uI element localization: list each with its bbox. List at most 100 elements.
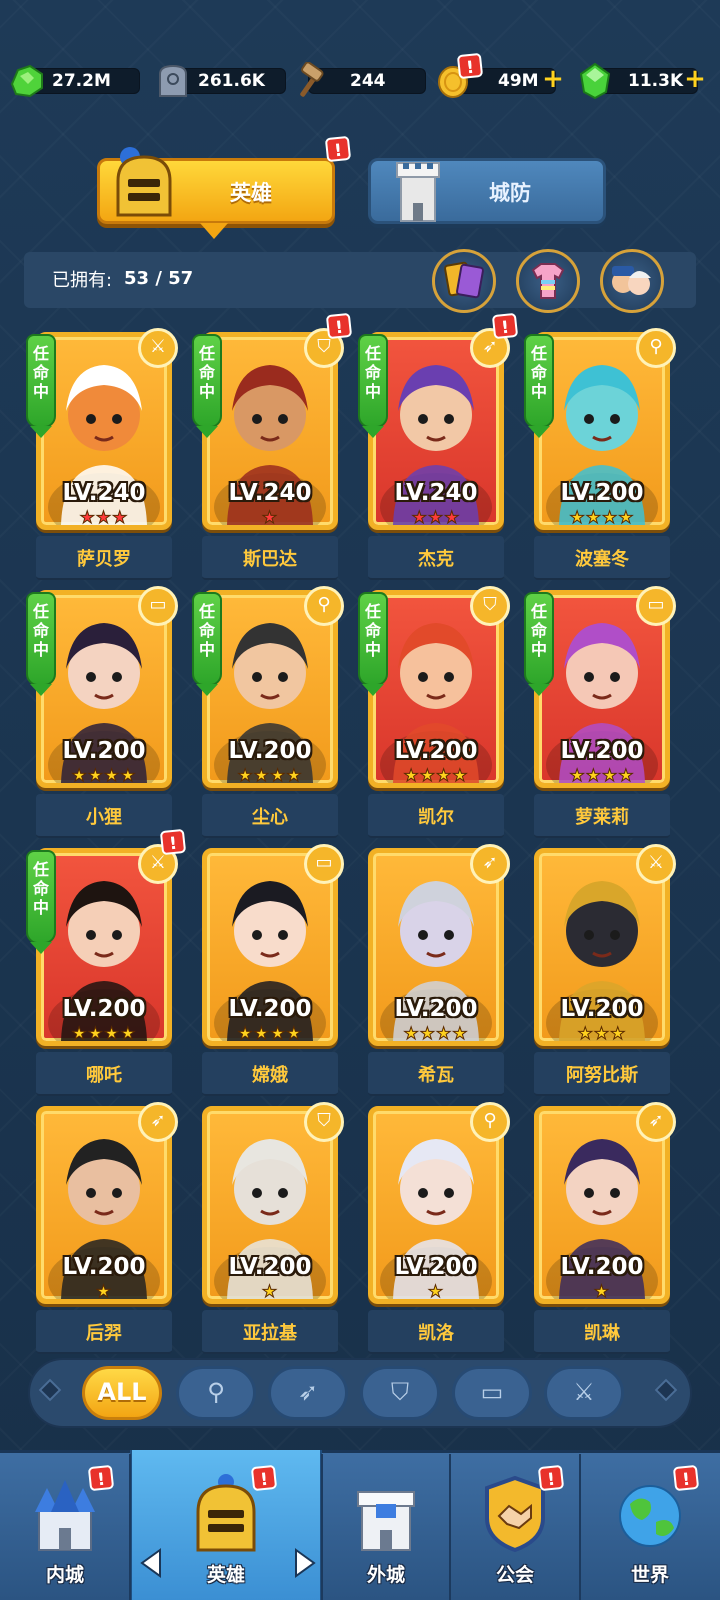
hero-level: LV.240 (62, 480, 146, 506)
shield-role-icon: ⛉ (470, 586, 510, 626)
hero-prev-arrow[interactable] (138, 1548, 164, 1578)
nav-label: 公会 (495, 1564, 534, 1586)
star-icon: ★ (601, 766, 619, 787)
bow-role-icon: ➶ (470, 844, 510, 884)
star-icon: ★ (585, 766, 602, 787)
star-icon: ★ (585, 508, 602, 529)
staff-role-icon: ⚲ (636, 328, 676, 368)
tab-hero[interactable]: 英雄 ! (97, 135, 352, 239)
star-icon: ★ (435, 766, 453, 787)
star-icon: ★ (95, 1282, 113, 1303)
hero-card[interactable]: LV.240 ★ ⛉ 斯巴达任命中! (192, 312, 353, 584)
hero-card[interactable]: LV.200 ★★★★ ⚔ 哪吒任命中! (26, 828, 187, 1100)
resource-value: 11.3K (628, 71, 684, 91)
hero-level: LV.200 (62, 738, 146, 764)
hero-stars: ★★★ (36, 508, 172, 529)
appointed-tag: 任命中 (192, 334, 222, 438)
book-role-icon: ▭ (636, 586, 676, 626)
nav-item-3[interactable]: 公会! (450, 1450, 580, 1600)
filter-shield-button[interactable]: ⛉ (360, 1366, 440, 1420)
star-icon: ★ (577, 1024, 594, 1045)
filter-sword-button[interactable]: ⚔ (544, 1366, 624, 1420)
hero-team-icon (612, 266, 651, 295)
hero-card[interactable]: LV.200 ★★★★ ⛉ 凯尔任命中 (358, 586, 510, 842)
hero-card[interactable]: LV.200 ★★★★ ⚲ 波塞冬任命中 (524, 328, 676, 584)
star-icon: ★ (427, 1282, 445, 1303)
star-icon: ★ (87, 1024, 104, 1045)
hero-card[interactable]: LV.200 ★★★★ ▭ 嫦娥 (192, 844, 344, 1100)
hero-card[interactable]: LV.200 ★ ➶ 凯琳 (524, 1102, 676, 1358)
star-icon: ★ (593, 1024, 611, 1045)
tab-pointer (200, 223, 228, 239)
nav-label: 内城 (45, 1564, 84, 1586)
star-icon: ★ (87, 766, 104, 787)
tab-defense[interactable]: 城防 (368, 158, 606, 224)
skin-button[interactable] (516, 249, 580, 313)
filter-bow-button[interactable]: ➶ (268, 1366, 348, 1420)
appointed-tag: 任命中 (26, 850, 56, 954)
star-icon: ★ (411, 508, 428, 529)
hero-team-button[interactable] (600, 249, 664, 313)
cards-icon (444, 261, 484, 299)
resource-value: 244 (350, 71, 386, 91)
resource-hammer: 244 (290, 62, 426, 100)
appointed-tag: 任命中 (192, 592, 222, 696)
hero-helmet-icon (116, 147, 172, 217)
star-icon: ★ (253, 1024, 270, 1045)
hero-card[interactable]: LV.240 ★★★ ⚔ 萨贝罗任命中 (26, 328, 178, 584)
sword-role-icon: ⚔ (636, 844, 676, 884)
hero-stars: ★★★★ (36, 1024, 172, 1045)
hero-level: LV.200 (394, 1254, 478, 1280)
owned-count: 53 / 57 (124, 268, 194, 289)
resource-gold: 49M + ! (434, 52, 574, 100)
add-gold-button[interactable]: + (540, 66, 566, 93)
add-gem-button[interactable]: + (682, 66, 708, 93)
nav-item-2[interactable]: 外城 (322, 1450, 450, 1600)
hero-stars: ★★★★ (202, 1024, 338, 1045)
resource-bar: 27.2M 261.6K 244 49M + ! 11.3K + (8, 52, 714, 100)
star-icon: ★ (593, 1282, 611, 1303)
hero-level: LV.200 (62, 996, 146, 1022)
hero-level: LV.200 (394, 996, 478, 1022)
hero-stars: ★★★★ (368, 766, 504, 787)
nav-item-0[interactable]: 内城! (0, 1450, 130, 1600)
hero-card[interactable]: LV.200 ★★★ ⚔ 阿努比斯 (524, 844, 676, 1100)
staff-role-icon: ⚲ (470, 1102, 510, 1142)
hero-card[interactable]: LV.200 ★★★★ ➶ 希瓦 (358, 844, 510, 1100)
hero-stars: ★★★★ (534, 766, 670, 787)
shield-role-icon: ⛉ (304, 1102, 344, 1142)
star-icon: ★ (569, 766, 586, 787)
hero-name: 凯洛 (418, 1323, 454, 1344)
hero-next-arrow[interactable] (292, 1548, 318, 1578)
star-icon: ★ (103, 766, 121, 787)
alert-badge: ! (324, 135, 352, 163)
hero-level: LV.200 (228, 996, 312, 1022)
hero-cards-button[interactable] (432, 249, 496, 313)
star-icon: ★ (610, 1024, 627, 1045)
hero-card[interactable]: LV.240 ★★★ ➶ 杰克任命中! (358, 312, 519, 584)
hero-card[interactable]: LV.200 ★ ➶ 后羿 (26, 1102, 178, 1358)
tab-defense-label: 城防 (489, 181, 531, 205)
outer-castle-icon (357, 1491, 415, 1551)
hero-card[interactable]: LV.200 ★★★★ ▭ 萝莱莉任命中 (524, 586, 676, 842)
filter-staff-button[interactable]: ⚲ (176, 1366, 256, 1420)
hero-card[interactable]: LV.200 ★ ⚲ 凯洛 (358, 1102, 510, 1358)
hero-stars: ★★★ (368, 508, 504, 529)
hero-stars: ★★★ (534, 1024, 670, 1045)
hero-card[interactable]: LV.200 ★★★★ ⚲ 尘心任命中 (192, 586, 344, 842)
star-icon: ★ (427, 508, 445, 529)
star-icon: ★ (237, 766, 254, 787)
nav-item-4[interactable]: 世界! (580, 1450, 720, 1600)
star-icon: ★ (601, 508, 619, 529)
owned-label: 已拥有: (52, 270, 113, 291)
filter-book-button[interactable]: ▭ (452, 1366, 532, 1420)
hero-card[interactable]: LV.200 ★★★★ ▭ 小狸任命中 (26, 586, 178, 842)
appointed-tag: 任命中 (524, 592, 554, 696)
hero-name: 波塞冬 (575, 549, 629, 570)
hero-name: 亚拉基 (243, 1323, 297, 1344)
star-icon: ★ (435, 1024, 453, 1045)
hero-name: 凯尔 (418, 807, 454, 828)
filter-all-button[interactable]: ALL (82, 1366, 162, 1420)
hero-card[interactable]: LV.200 ★ ⛉ 亚拉基 (192, 1102, 344, 1358)
sword-role-icon: ⚔ (138, 328, 178, 368)
